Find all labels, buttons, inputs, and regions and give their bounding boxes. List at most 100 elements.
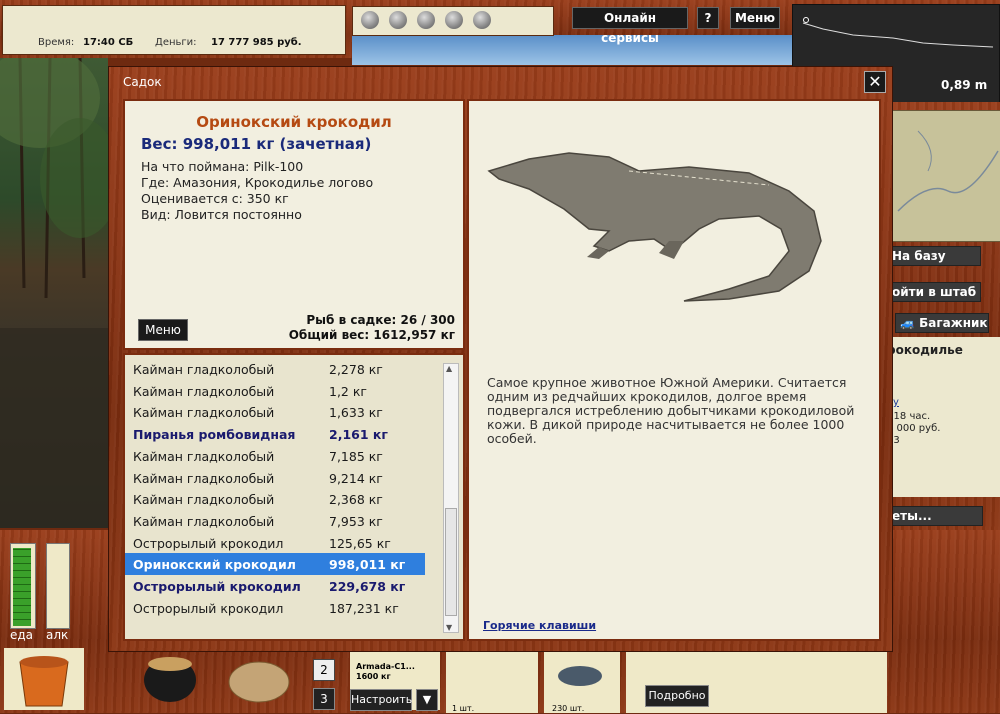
fish-list-name: Оринокский крокодил <box>133 557 296 573</box>
fish-info-panel: Оринокский крокодил Вес: 998,011 кг (зач… <box>123 99 465 350</box>
online-services-button[interactable]: Онлайн сервисы <box>572 7 688 45</box>
rod-name: Armada-C1... <box>356 662 415 671</box>
fish-list-weight: 7,185 кг <box>329 448 383 464</box>
scene-sky <box>352 35 792 65</box>
food-label: еда <box>10 628 34 642</box>
depth-value: 0,89 m <box>941 78 988 92</box>
fish-price: Оценивается с: 350 кг <box>141 191 289 206</box>
food-meter <box>10 543 36 629</box>
fish-list-row[interactable]: Кайман гладколобый 7,953 кг <box>125 510 425 532</box>
fish-list-name: Острорылый крокодил <box>133 600 284 616</box>
alc-meter <box>46 543 70 629</box>
fish-list-weight: 7,953 кг <box>329 513 383 529</box>
fish-list-row[interactable]: Кайман гладколобый 7,185 кг <box>125 445 425 467</box>
fish-list-weight: 998,011 кг <box>329 557 406 573</box>
fish-list-row[interactable]: Пиранья ромбовидная 2,161 кг <box>125 423 425 445</box>
help-button[interactable]: ? <box>697 7 719 29</box>
tackle-slot[interactable]: 1 шт. <box>446 652 538 713</box>
hotkeys-link[interactable]: Горячие клавиши <box>483 619 596 632</box>
sidebar-bottom-button[interactable]: еты... <box>887 506 983 526</box>
fish-list-name: Острорылый крокодил <box>133 535 284 551</box>
rod-weight: 1600 кг <box>356 672 391 681</box>
game-scene[interactable] <box>0 48 120 528</box>
status-panel: Время: 17:40 СБ Деньги: 17 777 985 руб. <box>2 5 346 55</box>
fish-kind: Вид: Ловится постоянно <box>141 207 302 222</box>
float-marker <box>803 17 809 23</box>
fish-menu-button[interactable]: Меню <box>138 319 188 341</box>
lure-icon[interactable] <box>445 11 463 29</box>
go-hq-button[interactable]: ойти в штаб <box>887 282 981 302</box>
fish-list-row[interactable]: Кайман гладколобый 2,368 кг <box>125 488 425 510</box>
top-menu-button[interactable]: Меню <box>730 7 780 29</box>
bait-slot[interactable]: 230 шт. <box>544 652 620 713</box>
trunk-label: Багажник <box>919 316 988 330</box>
fish-list-row[interactable]: Кайман гладколобый 1,2 кг <box>125 380 425 402</box>
fish-list-row[interactable]: Острорылый крокодил 125,65 кг <box>125 532 425 554</box>
location-title: рокодилье <box>887 343 963 357</box>
fish-list-name: Кайман гладколобый <box>133 470 275 486</box>
fish-list-name: Кайман гладколобый <box>133 492 275 508</box>
fish-list-name: Кайман гладколобый <box>133 405 275 421</box>
fish-list-row[interactable]: Оринокский крокодил 998,011 кг <box>125 553 425 576</box>
scrollbar-thumb[interactable] <box>445 508 457 616</box>
fish-description: Самое крупное животное Южной Америки. Сч… <box>487 375 855 446</box>
fish-list-row[interactable]: Острорылый крокодил 229,678 кг <box>125 575 425 597</box>
lure-icon[interactable] <box>473 11 491 29</box>
fish-list-weight: 9,214 кг <box>329 470 383 486</box>
location-info: рокодилье ку : 18 час. 0 000 руб. 13 <box>887 337 1000 497</box>
money-label: Деньги: <box>155 37 197 48</box>
money-value: 17 777 985 руб. <box>211 37 302 48</box>
total-weight: Общий вес: 1612,957 кг <box>288 328 455 342</box>
info-line-1: : 18 час. <box>887 411 931 422</box>
close-icon[interactable]: ✕ <box>864 71 886 93</box>
map-panel[interactable] <box>887 110 1000 242</box>
fish-list-name: Острорылый крокодил <box>133 579 301 594</box>
scroll-up-icon[interactable]: ▲ <box>446 364 452 373</box>
pot-icon[interactable] <box>140 650 200 708</box>
fish-list-weight: 2,278 кг <box>329 362 383 377</box>
fish-list-weight: 2,161 кг <box>329 427 388 443</box>
time-value: 17:40 СБ <box>83 37 134 48</box>
fish-bait-icon <box>558 666 602 686</box>
fish-list-name: Кайман гладколобый <box>133 383 275 399</box>
bucket-slot[interactable] <box>4 648 84 710</box>
details-button[interactable]: Подробно <box>645 685 709 707</box>
fish-list-row[interactable]: Кайман гладколобый 2,278 кг <box>125 358 425 380</box>
lure-icon[interactable] <box>361 11 379 29</box>
to-base-button[interactable]: На базу <box>887 246 981 266</box>
fish-list-weight: 1,633 кг <box>329 405 383 421</box>
fish-list[interactable]: Кайман гладколобый 2,278 кг Кайман гладкол… <box>123 353 465 641</box>
trunk-button[interactable]: 🚙 Багажник <box>895 313 989 333</box>
fish-list-weight: 229,678 кг <box>329 579 406 594</box>
scroll-down-icon[interactable]: ▼ <box>446 623 452 632</box>
fish-description-panel: Самое крупное животное Южной Америки. Сч… <box>467 99 881 641</box>
chevron-down-icon[interactable]: ▼ <box>416 689 438 711</box>
lure-icon[interactable] <box>417 11 435 29</box>
fish-list-weight: 125,65 кг <box>329 535 391 551</box>
list-scrollbar[interactable]: ▲ ▼ <box>443 363 459 633</box>
jungle-scene <box>0 48 120 528</box>
fish-count: Рыб в садке: 26 / 300 <box>306 313 455 327</box>
slot-2-button[interactable]: 2 <box>313 659 335 681</box>
fish-list-weight: 2,368 кг <box>329 492 383 508</box>
crocodile-image <box>487 152 822 302</box>
fish-list-row[interactable]: Кайман гладколобый 9,214 кг <box>125 467 425 489</box>
bait-count: 230 шт. <box>552 704 585 713</box>
tackle-count: 1 шт. <box>452 704 475 713</box>
fish-list-row[interactable]: Острорылый крокодил 187,231 кг <box>125 597 425 619</box>
time-label: Время: <box>38 37 75 48</box>
car-icon: 🚙 <box>900 316 915 330</box>
fish-list-weight: 187,231 кг <box>329 600 399 616</box>
lure-bar <box>352 6 554 36</box>
lure-icon[interactable] <box>389 11 407 29</box>
fish-weight: Вес: 998,011 кг (зачетная) <box>141 135 372 153</box>
food-level <box>13 548 31 626</box>
fish-list-row[interactable]: Кайман гладколобый 1,633 кг <box>125 401 425 423</box>
alc-label: алк <box>46 628 69 642</box>
fish-list-name: Кайман гладколобый <box>133 362 275 377</box>
setup-button[interactable]: Настроить <box>350 689 412 711</box>
fish-list-name: Кайман гладколобый <box>133 448 275 464</box>
fish-list-weight: 1,2 кг <box>329 383 367 399</box>
creel-icon[interactable] <box>224 650 294 708</box>
slot-3-button[interactable]: 3 <box>313 688 335 710</box>
